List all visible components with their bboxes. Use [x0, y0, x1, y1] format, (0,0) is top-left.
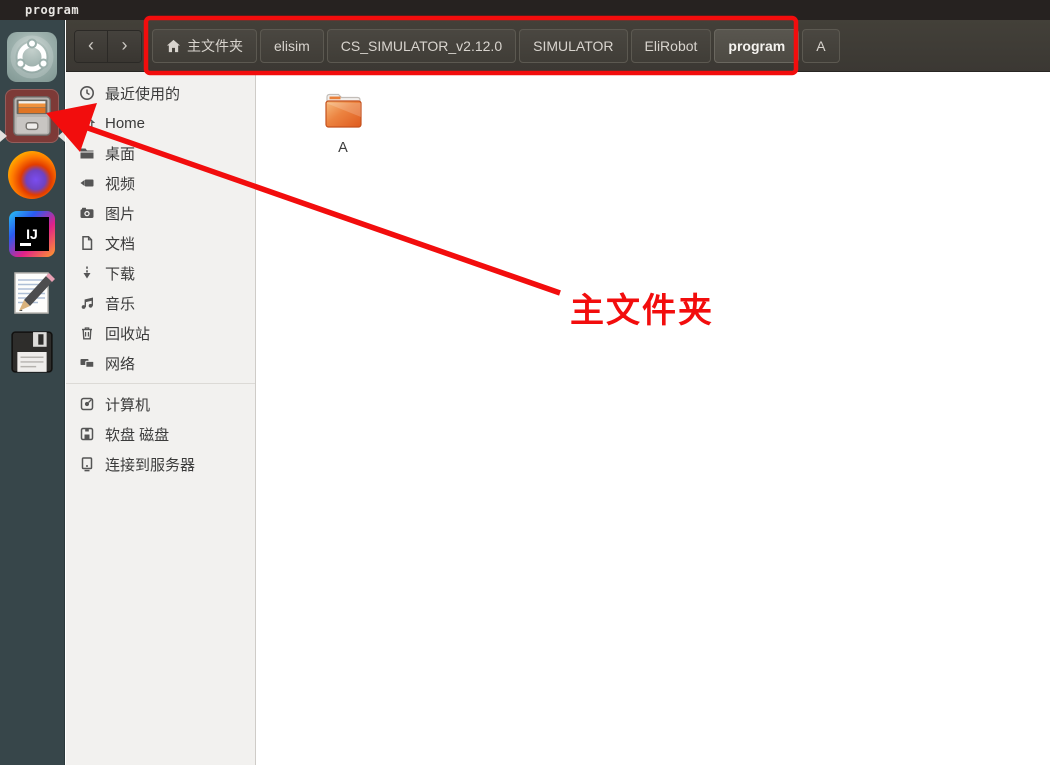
sidebar-item-network[interactable]: 网络 — [66, 348, 255, 378]
sidebar-item-desktop[interactable]: 桌面 — [66, 138, 255, 168]
desktop-icon — [80, 148, 94, 159]
folder-label: A — [338, 140, 348, 156]
sidebar-item-downloads[interactable]: 下载 — [66, 258, 255, 288]
text-editor-icon — [14, 272, 55, 314]
sidebar-item-home[interactable]: Home — [66, 108, 255, 138]
dock-item-floppy[interactable] — [5, 325, 59, 379]
back-button[interactable]: ‹ — [75, 31, 108, 62]
breadcrumb-program-current[interactable]: program — [714, 29, 800, 63]
focused-app-indicator — [58, 130, 65, 142]
pictures-icon — [80, 207, 94, 218]
breadcrumb-cs-simulator[interactable]: CS_SIMULATOR_v2.12.0 — [326, 29, 517, 63]
firefox-icon — [8, 151, 56, 199]
desktop: program IJ ‹ › 主文件夹 elisim CS_SIMULATOR_… — [0, 0, 1050, 765]
network-icon — [80, 359, 95, 368]
trash-icon — [82, 327, 92, 340]
breadcrumb-a[interactable]: A — [802, 29, 840, 63]
focused-app-title: program — [25, 3, 80, 17]
sidebar-item-trash[interactable]: 回收站 — [66, 318, 255, 348]
recent-icon — [80, 86, 94, 100]
sidebar-item-floppy-disk[interactable]: 软盘 磁盘 — [66, 419, 255, 449]
home-icon — [166, 39, 181, 53]
dock-item-ubuntu-dash[interactable] — [5, 30, 59, 84]
dock-item-text-editor[interactable] — [5, 266, 59, 320]
sidebar-item-computer[interactable]: 计算机 — [66, 389, 255, 419]
headerbar: ‹ › 主文件夹 elisim CS_SIMULATOR_v2.12.0 SIM… — [66, 20, 1050, 72]
computer-icon — [80, 397, 94, 411]
dock: IJ — [0, 20, 65, 765]
file-manager-window: ‹ › 主文件夹 elisim CS_SIMULATOR_v2.12.0 SIM… — [66, 20, 1050, 765]
intellij-idea-icon: IJ — [9, 211, 55, 257]
folder-icon — [325, 93, 362, 128]
dock-item-firefox[interactable] — [5, 148, 59, 202]
running-app-indicator — [0, 130, 7, 142]
home-icon — [79, 115, 95, 130]
music-icon — [81, 297, 93, 309]
documents-icon — [82, 236, 93, 250]
breadcrumb-elirobot[interactable]: EliRobot — [630, 29, 712, 63]
folder-item-a[interactable]: A — [310, 86, 376, 156]
nav-buttons: ‹ › — [74, 30, 142, 63]
gnome-topbar: program — [0, 0, 1050, 20]
sidebar-item-pictures[interactable]: 图片 — [66, 198, 255, 228]
videos-icon — [80, 179, 94, 187]
downloads-icon — [83, 266, 91, 279]
sidebar-item-music[interactable]: 音乐 — [66, 288, 255, 318]
forward-button[interactable]: › — [108, 31, 141, 62]
files-icon — [13, 96, 51, 136]
sidebar-item-documents[interactable]: 文档 — [66, 228, 255, 258]
sidebar-item-connect-server[interactable]: 连接到服务器 — [66, 449, 255, 479]
dock-item-files[interactable] — [5, 89, 59, 143]
floppy-icon — [80, 427, 94, 441]
breadcrumb-home[interactable]: 主文件夹 — [152, 29, 257, 63]
places-sidebar: 最近使用的 Home 桌面 视频 图片 文档 下载 音乐 回收站 网络 计算机 … — [66, 72, 256, 765]
floppy-disk-icon — [11, 331, 53, 373]
breadcrumb: 主文件夹 elisim CS_SIMULATOR_v2.12.0 SIMULAT… — [152, 29, 840, 63]
sidebar-separator — [66, 383, 255, 384]
dock-item-intellij[interactable]: IJ — [5, 207, 59, 261]
breadcrumb-simulator[interactable]: SIMULATOR — [519, 29, 628, 63]
sidebar-item-recent[interactable]: 最近使用的 — [66, 78, 255, 108]
breadcrumb-elisim[interactable]: elisim — [260, 29, 324, 63]
ubuntu-dash-icon — [7, 32, 57, 82]
server-icon — [81, 457, 93, 472]
sidebar-item-videos[interactable]: 视频 — [66, 168, 255, 198]
file-view: A — [256, 72, 1050, 765]
